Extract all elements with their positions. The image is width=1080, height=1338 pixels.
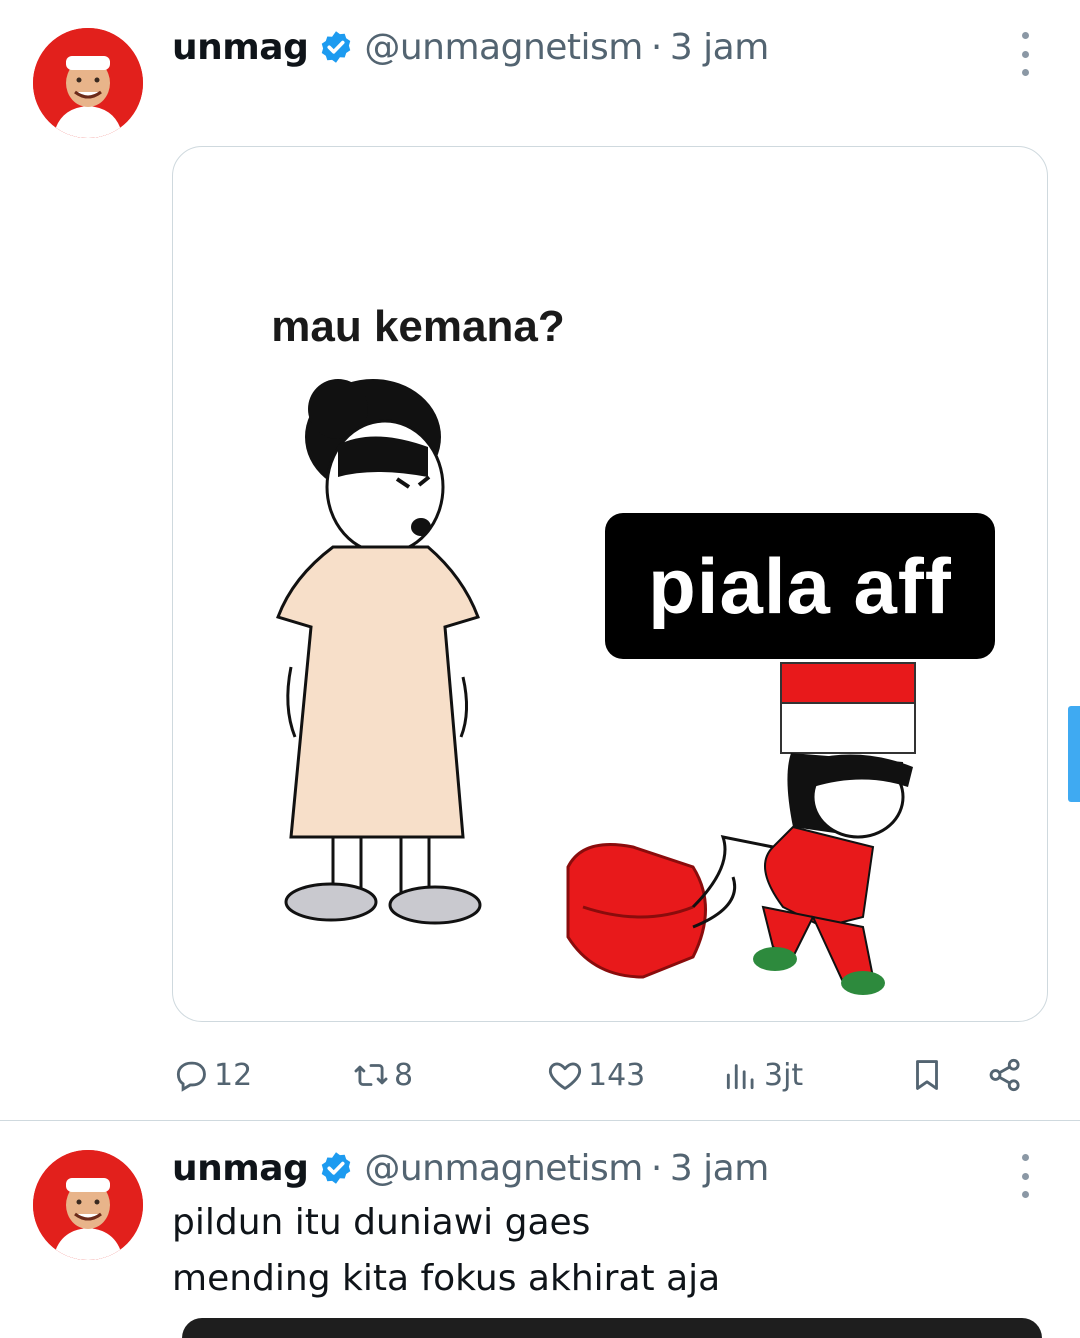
retweet-button[interactable]: 8 <box>352 1050 413 1100</box>
display-name[interactable]: unmag <box>172 27 309 68</box>
avatar[interactable] <box>33 1150 143 1260</box>
tweet-text-line-2: mending kita fokus akhirat aja <box>172 1258 721 1299</box>
display-name[interactable]: unmag <box>172 1148 309 1189</box>
avatar-image <box>33 28 143 138</box>
meme-question-text: mau kemana? <box>271 302 565 351</box>
separator-dot: · <box>650 26 662 68</box>
verified-badge-icon <box>322 1152 351 1184</box>
timestamp[interactable]: 3 jam <box>670 27 769 68</box>
reply-button[interactable]: 12 <box>172 1050 252 1100</box>
tweet-header: unmag @unmagnetism · 3 jam <box>172 22 769 72</box>
views-button[interactable]: 3jt <box>722 1050 803 1100</box>
verified-badge-icon <box>322 31 351 63</box>
tweet-header: unmag @unmagnetism · 3 jam <box>172 1143 769 1193</box>
bookmark-button[interactable] <box>908 1050 950 1100</box>
user-handle[interactable]: @unmagnetism <box>364 27 643 68</box>
like-icon <box>548 1062 582 1090</box>
tweet-media[interactable]: piala aff <box>172 146 1048 1022</box>
reply-icon <box>176 1061 206 1092</box>
like-count: 143 <box>588 1057 646 1093</box>
retweet-count: 8 <box>394 1057 414 1093</box>
tweet-divider <box>0 1120 1080 1121</box>
tweet-text-line-1: pildun itu duniawi gaes <box>172 1202 591 1243</box>
tweet-media-preview[interactable] <box>182 1318 1042 1338</box>
retweet-icon <box>354 1064 388 1086</box>
views-icon <box>726 1064 754 1090</box>
bookmark-icon <box>916 1060 938 1090</box>
avatar-image <box>33 1150 143 1260</box>
scrollbar-thumb[interactable] <box>1068 706 1080 802</box>
meme-label-box: piala aff <box>605 513 995 659</box>
views-count: 3jt <box>764 1057 804 1093</box>
child-figure <box>753 753 913 995</box>
indonesia-flag <box>780 662 916 754</box>
reply-count: 12 <box>214 1057 253 1093</box>
red-bag <box>566 835 774 979</box>
tweet-actions: 12 8 143 3jt <box>0 1050 1080 1100</box>
timestamp[interactable]: 3 jam <box>670 1148 769 1189</box>
share-icon <box>989 1058 1020 1092</box>
more-icon[interactable] <box>1010 1154 1040 1198</box>
mother-figure <box>276 379 482 925</box>
separator-dot: · <box>650 1147 662 1189</box>
user-handle[interactable]: @unmagnetism <box>364 1148 643 1189</box>
share-button[interactable] <box>986 1050 1028 1100</box>
like-button[interactable]: 143 <box>546 1050 645 1100</box>
avatar[interactable] <box>33 28 143 138</box>
more-icon[interactable] <box>1010 32 1040 76</box>
